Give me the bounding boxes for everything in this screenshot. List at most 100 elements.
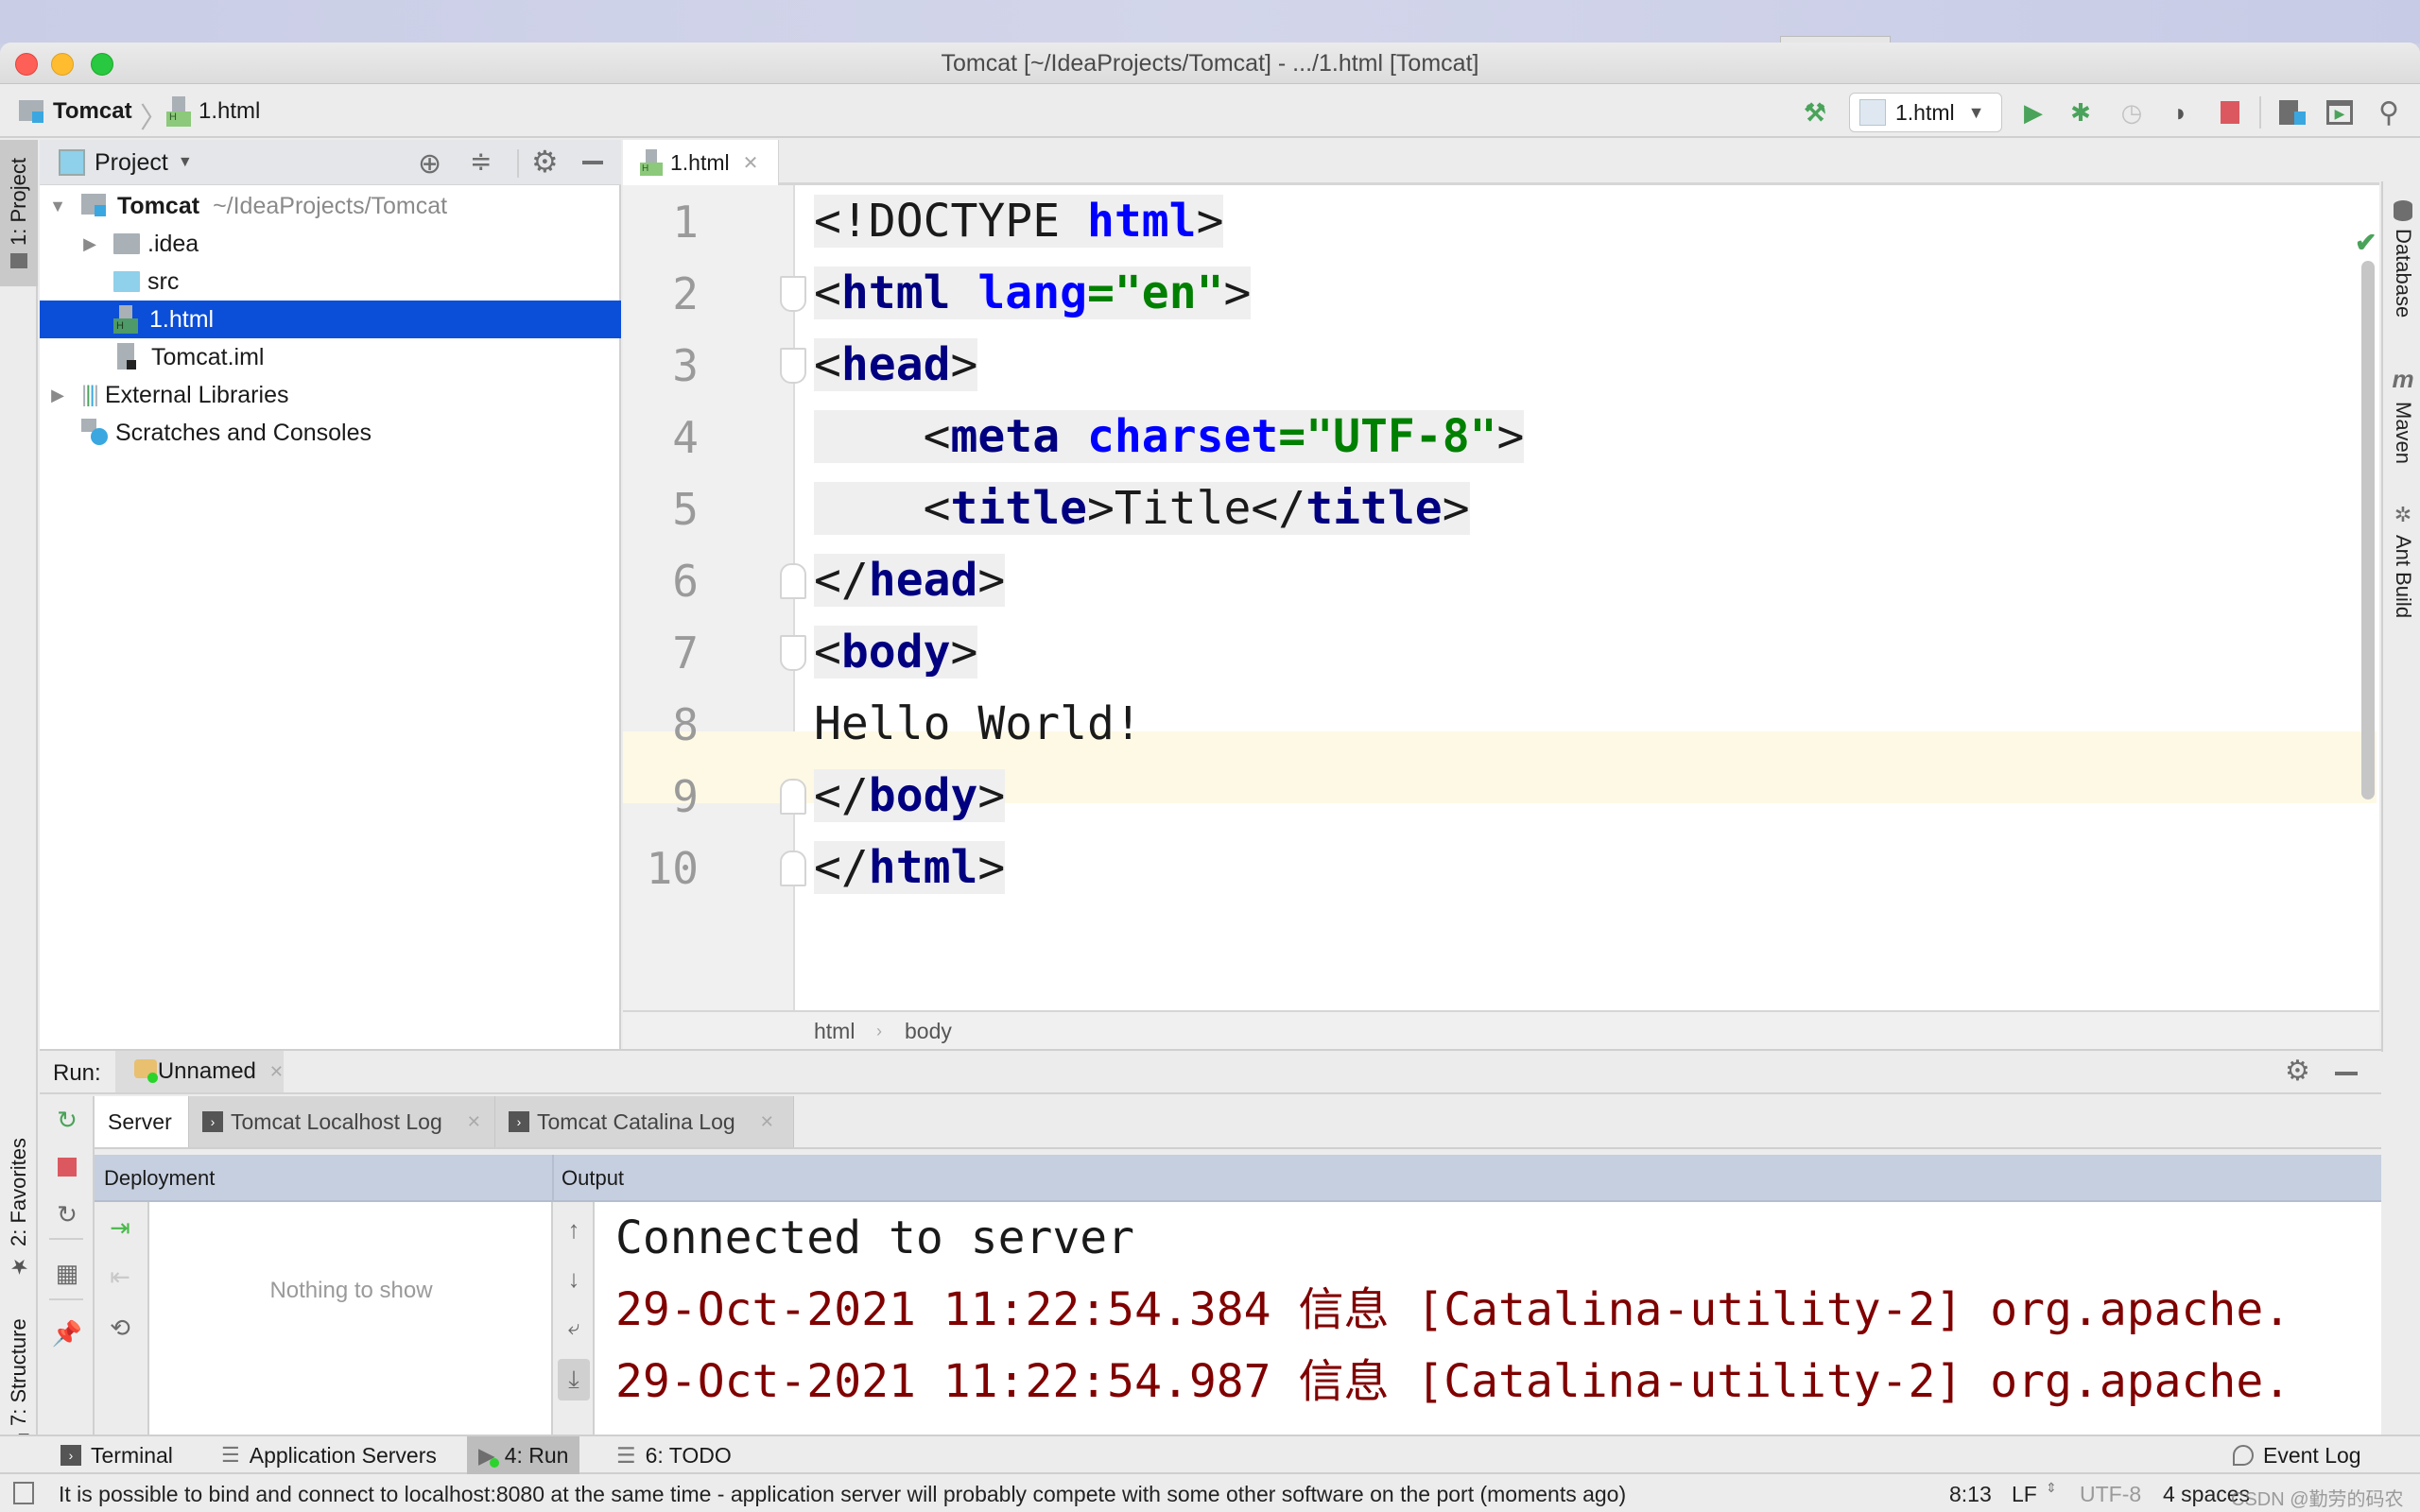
project-view-select[interactable]: Project ▼ (95, 140, 193, 185)
toggle-tool-windows-icon[interactable] (13, 1482, 34, 1504)
run-tab-server[interactable]: Server (95, 1096, 189, 1147)
soft-wrap-icon[interactable]: ⤶ (558, 1312, 590, 1344)
down-arrow-icon[interactable]: ↓ (558, 1263, 590, 1295)
run-tab-localhost-log[interactable]: › Tomcat Localhost Log ✕ (189, 1096, 495, 1147)
gear-icon[interactable]: ⚙ (2285, 1055, 2310, 1088)
tool-tab-label: Application Servers (249, 1442, 437, 1468)
line-number: 1 (672, 197, 699, 248)
tree-item-src[interactable]: src (40, 263, 621, 301)
tomcat-icon (134, 1059, 158, 1084)
tree-item-module[interactable]: ▼ Tomcat ~/IdeaProjects/Tomcat (40, 187, 621, 225)
tool-tab-database[interactable]: Database (2391, 200, 2415, 318)
hide-panel-icon[interactable] (2335, 1072, 2358, 1075)
pin-icon[interactable]: 📌 (51, 1317, 83, 1349)
deploy-all-icon[interactable]: ⇥ (104, 1211, 136, 1244)
project-view-label: Project (95, 149, 168, 176)
tree-item-iml[interactable]: Tomcat.iml (40, 338, 621, 376)
code-line: <!DOCTYPE html> (814, 195, 1224, 248)
gear-icon[interactable]: ⚙ (531, 144, 559, 180)
fold-end-icon[interactable] (780, 563, 806, 599)
breadcrumb-file[interactable]: 1.html (199, 85, 260, 138)
update-icon[interactable]: ⟲ (104, 1312, 136, 1344)
tree-item-scratches[interactable]: Scratches and Consoles (40, 414, 621, 452)
up-arrow-icon[interactable]: ↑ (558, 1213, 590, 1246)
close-tab-icon[interactable]: ✕ (269, 1062, 284, 1082)
collapsed-arrow-icon[interactable]: ▶ (47, 376, 68, 414)
stop-icon[interactable] (51, 1151, 83, 1183)
scroll-to-end-icon[interactable]: ⤓ (558, 1359, 590, 1400)
file-encoding[interactable]: UTF-8 (2080, 1482, 2141, 1507)
console-line: Connected to server (615, 1211, 1135, 1264)
code-line: <head> (814, 338, 978, 391)
status-message[interactable]: It is possible to bind and connect to lo… (59, 1482, 1626, 1507)
locate-target-icon[interactable]: ⊕ (418, 147, 441, 180)
collapse-all-icon[interactable]: ≑ (470, 146, 492, 177)
run-config-tab[interactable]: Unnamed ✕ (115, 1051, 284, 1092)
folder-icon (10, 252, 27, 268)
run-tab-catalina-log[interactable]: › Tomcat Catalina Log ✕ (495, 1096, 794, 1147)
project-structure-icon[interactable] (2276, 96, 2308, 129)
editor-scrollbar[interactable] (2361, 261, 2375, 799)
tool-tab-ant-build[interactable]: ✲ Ant Build (2391, 503, 2415, 618)
tree-item-1-html[interactable]: H 1.html (40, 301, 621, 338)
maximize-window-button[interactable] (91, 53, 113, 76)
run-anything-icon[interactable]: ▶ (2324, 96, 2356, 129)
tree-item-external-libraries[interactable]: ▶ |||| External Libraries (40, 376, 621, 414)
layout-icon[interactable]: ▦ (51, 1257, 83, 1289)
tree-item-label: 1.html (149, 306, 215, 333)
header-divider (552, 1155, 554, 1202)
close-tab-icon[interactable]: ✕ (467, 1112, 481, 1132)
search-icon[interactable]: ⚲ (2373, 96, 2405, 129)
html-file-icon: H (113, 305, 142, 334)
tool-tab-terminal[interactable]: › Terminal (49, 1436, 184, 1474)
fold-end-icon[interactable] (780, 850, 806, 886)
log-console-icon: › (509, 1111, 529, 1132)
build-hammer-icon[interactable]: ⚒ (1799, 96, 1831, 129)
tool-tab-application-servers[interactable]: ☰ Application Servers (210, 1436, 448, 1474)
profile-icon[interactable]: ◷ (2116, 96, 2148, 129)
desktop-background (0, 0, 2420, 43)
tool-tab-favorites-label: 2: Favorites (7, 1138, 30, 1246)
tool-tab-todo[interactable]: ☰ 6: TODO (605, 1436, 743, 1474)
tree-item-label: Scratches and Consoles (115, 420, 372, 446)
breadcrumb-html[interactable]: html (814, 1012, 855, 1050)
tool-tab-ant-build-label: Ant Build (2392, 535, 2415, 619)
editor: H 1.html ✕ <!DOCTYPE html> <html lang="en… (623, 140, 2379, 1049)
caret-position[interactable]: 8:13 (1949, 1482, 1992, 1507)
breadcrumb-project[interactable]: Tomcat (53, 85, 132, 138)
tool-tab-project[interactable]: 1: Project (0, 140, 38, 286)
line-separator[interactable]: LF (2012, 1482, 2037, 1507)
collapsed-arrow-icon[interactable]: ▶ (79, 225, 100, 263)
minimize-window-button[interactable] (51, 53, 74, 76)
restart-icon[interactable]: ↻ (51, 1198, 83, 1230)
debug-icon[interactable]: ✱ (2065, 96, 2097, 129)
run-icon[interactable]: ▶ (2017, 96, 2049, 129)
undeploy-icon[interactable]: ⇤ (104, 1261, 136, 1293)
navigation-bar: Tomcat 〉 H 1.html ⚒ 1.html ▼ ▶ ✱ ◷ ◗ ▶ ⚲ (0, 85, 2420, 138)
services-header: Deployment Output (95, 1155, 2381, 1202)
expanded-arrow-icon[interactable]: ▼ (47, 187, 68, 225)
tool-tab-maven[interactable]: m Maven (2391, 365, 2415, 464)
rerun-icon[interactable]: ↻ (51, 1104, 83, 1136)
stop-icon[interactable] (2214, 96, 2246, 129)
fold-collapse-icon[interactable] (780, 635, 806, 671)
breadcrumb-body[interactable]: body (905, 1012, 952, 1050)
tree-item-idea[interactable]: ▶ .idea (40, 225, 621, 263)
code-area[interactable]: <!DOCTYPE html> <html lang="en"> <head> <m… (623, 185, 2379, 1010)
fold-collapse-icon[interactable] (780, 276, 806, 312)
fold-end-icon[interactable] (780, 779, 806, 815)
tool-tab-favorites[interactable]: ★ 2: Favorites (0, 1118, 38, 1297)
close-tab-icon[interactable]: ✕ (760, 1112, 774, 1132)
project-panel-header: Project ▼ ⊕ ≑ ⚙ (40, 140, 621, 185)
editor-tab-1-html[interactable]: H 1.html ✕ (623, 140, 779, 185)
line-number: 4 (672, 412, 699, 463)
hide-panel-icon[interactable] (582, 161, 603, 164)
coverage-icon[interactable]: ◗ (2165, 96, 2197, 129)
fold-collapse-icon[interactable] (780, 348, 806, 384)
toolbar-divider (49, 1238, 83, 1240)
event-log-button[interactable]: Event Log (2221, 1436, 2373, 1474)
run-configuration-select[interactable]: 1.html ▼ (1849, 93, 2002, 132)
close-window-button[interactable] (15, 53, 38, 76)
tool-tab-run[interactable]: ▶ 4: Run (467, 1436, 580, 1474)
close-tab-icon[interactable]: ✕ (743, 151, 759, 175)
